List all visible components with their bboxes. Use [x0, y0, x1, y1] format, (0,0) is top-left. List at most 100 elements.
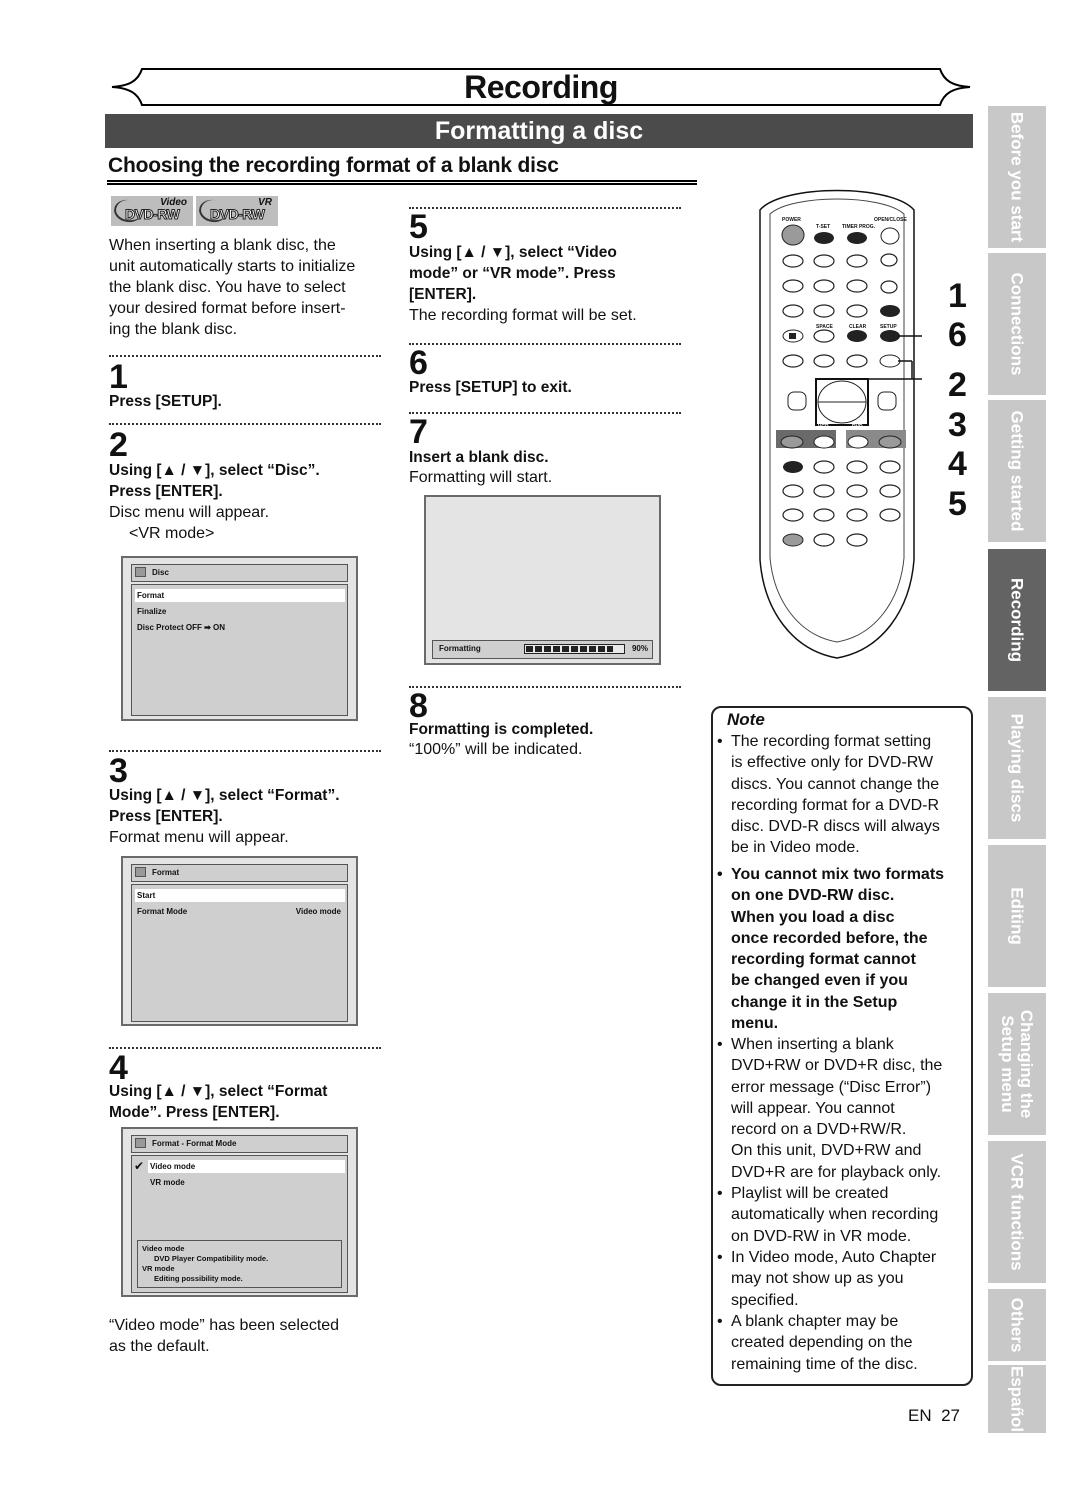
item-label: Start	[137, 891, 156, 900]
note-line: on one DVD-RW disc.	[731, 887, 895, 905]
callout-number: 5	[948, 485, 967, 523]
help-line: VR mode	[142, 1264, 175, 1273]
remote-label: T-SET	[816, 224, 831, 230]
footer-line: “Video mode” has been selected	[109, 1317, 340, 1334]
instruction-line: Mode”. Press [ENTER].	[109, 1104, 280, 1121]
note-line: is effective only for DVD-RW	[731, 754, 934, 772]
instruction-line: Using [▲ / ▼], select “Format”.	[109, 787, 340, 804]
page-num-value: 27	[941, 1406, 960, 1425]
disc-icon	[135, 1138, 146, 1148]
logo-format: DVD-RW	[209, 206, 265, 223]
note-line: created depending on the	[731, 1334, 913, 1352]
step-number: 1	[109, 358, 128, 396]
progress-bar	[524, 644, 625, 654]
note-line: recording format for a DVD-R	[731, 796, 940, 814]
menu-pane: Start Format Mode Video mode	[131, 884, 348, 1022]
note-line: You cannot mix two formats	[731, 866, 945, 883]
intro-line: ing the blank disc.	[109, 321, 238, 338]
tab-label: Español	[1007, 1365, 1027, 1433]
note-line: menu.	[731, 1015, 779, 1033]
instruction-line: Using [▲ / ▼], select “Video	[409, 244, 617, 261]
intro-text: When inserting a blank disc, the unit au…	[109, 235, 384, 340]
help-line: Video mode	[142, 1244, 185, 1253]
help-line: DVD Player Compatibility mode.	[154, 1254, 269, 1263]
step-5-instruction: Using [▲ / ▼], select “Video mode” or “V…	[409, 242, 617, 305]
note-line: on DVD-RW in VR mode.	[731, 1227, 912, 1245]
format-mode-screen: Format - Format Mode ✔ Video mode VR mod…	[121, 1127, 358, 1297]
note-item: • The recording format setting is effect…	[717, 731, 971, 859]
menu-pane: ✔ Video mode VR mode Video mode DVD Play…	[131, 1155, 348, 1293]
vr-dvd-rw-logo: VR DVD-RW	[196, 196, 278, 226]
tab-espanol[interactable]: Español	[988, 1365, 1046, 1433]
menu-header: Format	[131, 864, 348, 882]
tab-before-you-start[interactable]: Before you start	[988, 106, 1046, 248]
intro-line: your desired format before insert-	[109, 300, 346, 317]
intro-line: unit automatically starts to initialize	[109, 258, 356, 275]
tab-others[interactable]: Others	[988, 1289, 1046, 1361]
menu-title: Format - Format Mode	[152, 1139, 237, 1148]
note-line: be changed even if you	[731, 972, 908, 990]
menu-item-disc-protect[interactable]: Disc Protect OFF ➡ ON	[135, 621, 345, 634]
menu-item-finalize[interactable]: Finalize	[135, 605, 345, 618]
step-6-instruction: Press [SETUP] to exit.	[409, 379, 572, 396]
step-3-description: Format menu will appear.	[109, 829, 289, 846]
bullet-icon: •	[717, 1185, 723, 1202]
tab-label: Others	[1007, 1297, 1027, 1353]
bullet-icon: •	[717, 1249, 723, 1266]
checkmark-icon: ✔	[134, 1159, 145, 1173]
menu-item-start[interactable]: Start	[135, 889, 345, 902]
subsection-rule	[107, 180, 697, 185]
step-number: 6	[409, 344, 428, 382]
tab-label: VCR functions	[1007, 1153, 1027, 1271]
note-item: • Playlist will be created automatically…	[717, 1183, 971, 1247]
step-divider	[409, 686, 681, 688]
tab-playing-discs[interactable]: Playing discs	[988, 697, 1046, 839]
logo-format: DVD-RW	[124, 206, 180, 223]
note-line: specified.	[731, 1291, 799, 1309]
menu-item-vr-mode[interactable]: VR mode	[148, 1176, 345, 1189]
disc-menu-screen: Disc Format Finalize Disc Protect OFF ➡ …	[121, 556, 358, 721]
section-title: Formatting a disc	[105, 114, 973, 148]
footer-line: as the default.	[109, 1338, 210, 1355]
tab-getting-started[interactable]: Getting started	[988, 400, 1046, 542]
step-7-description: Formatting will start.	[409, 469, 553, 486]
step-4-footer: “Video mode” has been selected as the de…	[109, 1315, 339, 1357]
menu-pane: Format Finalize Disc Protect OFF ➡ ON	[131, 584, 348, 716]
intro-line: the blank disc. You have to select	[109, 279, 346, 296]
remote-label: CLEAR	[849, 324, 867, 330]
step-number: 3	[109, 752, 128, 790]
tab-label: Connections	[1007, 272, 1027, 376]
tab-label: Before you start	[1007, 111, 1027, 243]
instruction-line: Using [▲ / ▼], select “Format	[109, 1083, 328, 1100]
remote-label: REC/OTR	[880, 424, 903, 430]
menu-item-format-mode[interactable]: Format Mode Video mode	[135, 905, 345, 918]
note-line: Playlist will be created	[731, 1185, 889, 1202]
callout-number: 6	[948, 316, 967, 354]
note-line: change it in the Setup	[731, 993, 898, 1011]
tab-editing[interactable]: Editing	[988, 845, 1046, 987]
menu-item-format[interactable]: Format	[135, 589, 345, 602]
note-box: Note • The recording format setting is e…	[711, 706, 973, 1386]
disc-icon	[135, 867, 146, 877]
note-item: • When inserting a blank DVD+RW or DVD+R…	[717, 1034, 971, 1183]
description-line: <VR mode>	[129, 525, 215, 542]
tab-connections[interactable]: Connections	[988, 253, 1046, 395]
menu-title: Format	[152, 868, 180, 877]
remote-label: DVD	[852, 424, 863, 430]
tab-label: Getting started	[1007, 410, 1027, 532]
note-line: discs. You cannot change the	[731, 775, 940, 793]
tab-recording[interactable]: Recording	[988, 549, 1046, 691]
menu-item-video-mode[interactable]: Video mode	[148, 1160, 345, 1173]
disc-icon	[135, 567, 146, 577]
note-item: • In Video mode, Auto Chapter may not sh…	[717, 1247, 971, 1311]
callout-number: 3	[948, 406, 967, 444]
format-menu-screen: Format Start Format Mode Video mode	[121, 856, 358, 1026]
note-item-warning: • You cannot mix two formats on one DVD-…	[717, 864, 971, 1034]
note-line: once recorded before, the	[731, 929, 928, 947]
instruction-line: Press [ENTER].	[109, 808, 223, 825]
note-line: When you load a disc	[731, 908, 895, 926]
note-line: DVD+RW or DVD+R disc, the	[731, 1057, 943, 1075]
bullet-icon: •	[717, 866, 723, 883]
tab-changing-setup-menu[interactable]: Changing the Setup menu	[988, 993, 1046, 1135]
tab-vcr-functions[interactable]: VCR functions	[988, 1141, 1046, 1283]
